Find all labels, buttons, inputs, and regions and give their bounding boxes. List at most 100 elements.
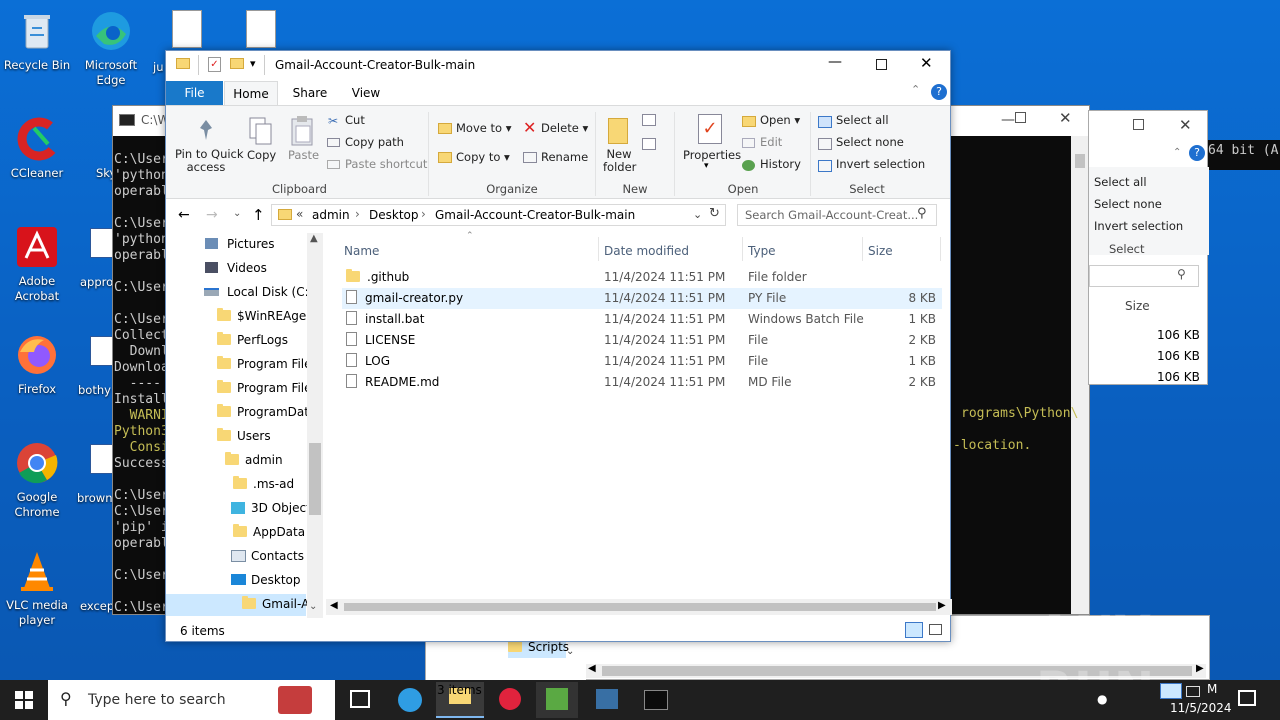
new-folder-quick-icon[interactable] xyxy=(230,58,244,69)
column-header-size[interactable]: Size xyxy=(1125,299,1150,313)
image-file-icon[interactable] xyxy=(246,10,276,48)
select-none-button[interactable]: Select none xyxy=(836,135,904,149)
nav-item-3d-objects[interactable]: 3D Objects xyxy=(231,497,317,519)
nav-item-folder[interactable]: PerfLogs xyxy=(217,329,288,351)
nav-item-current-folder[interactable]: Gmail-Ac xyxy=(242,593,316,615)
overflow-chevron[interactable]: « xyxy=(296,207,303,221)
new-folder-button[interactable]: New folder xyxy=(603,148,636,174)
column-header-date[interactable]: Date modified xyxy=(604,241,744,261)
new-item-icon[interactable] xyxy=(642,114,656,126)
minimize-button[interactable]: — xyxy=(1001,112,1015,128)
console-scroll-thumb[interactable] xyxy=(1075,154,1085,168)
title-bar[interactable]: ✓ ▾ Gmail-Account-Creator-Bulk-main — ✕ xyxy=(166,51,950,81)
properties-quick-icon[interactable]: ✓ xyxy=(208,57,221,72)
nav-item-contacts[interactable]: Contacts xyxy=(231,545,304,567)
properties-dropdown-icon[interactable]: ▾ xyxy=(704,161,709,171)
maximize-button[interactable] xyxy=(1015,112,1026,123)
windows-start-icon[interactable] xyxy=(15,691,33,709)
customize-toolbar-icon[interactable]: ▾ xyxy=(250,57,256,70)
word-doc-icon[interactable] xyxy=(90,444,114,474)
collapse-ribbon-icon[interactable]: ⌃ xyxy=(911,83,920,96)
easy-access-icon[interactable] xyxy=(642,138,656,150)
up-arrow-icon[interactable]: ↑ xyxy=(252,206,265,224)
scroll-down-icon[interactable]: ⌄ xyxy=(309,601,317,612)
nav-item-desktop[interactable]: Desktop xyxy=(231,569,301,591)
nav-scrollbar[interactable] xyxy=(307,233,323,618)
scroll-right-icon[interactable]: ▶ xyxy=(938,600,946,611)
maximize-button[interactable] xyxy=(876,59,887,70)
refresh-icon[interactable]: ↻ xyxy=(709,206,720,221)
recent-locations-icon[interactable]: ⌄ xyxy=(233,208,241,219)
nav-item-folder[interactable]: Users xyxy=(217,425,271,447)
breadcrumb-desktop[interactable]: Desktop xyxy=(369,208,419,222)
nav-item-folder[interactable]: Program Files xyxy=(217,377,318,399)
scroll-left-icon[interactable]: ◀ xyxy=(330,600,338,611)
select-all-button[interactable]: Select all xyxy=(1094,175,1147,189)
properties-button[interactable]: Properties xyxy=(683,148,741,162)
column-header-name[interactable]: Name xyxy=(344,241,598,261)
scroll-down-icon[interactable]: ⌄ xyxy=(566,646,574,657)
network-icon[interactable]: ● xyxy=(1097,692,1107,706)
column-header-size[interactable]: Size xyxy=(868,241,928,261)
edge-icon[interactable]: Microsoft Edge xyxy=(74,8,148,88)
back-arrow-icon[interactable]: ← xyxy=(178,207,190,223)
help-icon[interactable]: ? xyxy=(931,84,947,100)
clock-time[interactable]: M xyxy=(1207,682,1217,696)
file-list[interactable]: ⌃ Name Date modified Type Size .github 11… xyxy=(326,231,952,618)
console-scrollbar[interactable] xyxy=(1071,136,1089,614)
word-doc-icon[interactable] xyxy=(90,336,114,366)
pin-to-quick-access-button[interactable]: Pin to Quick access xyxy=(175,148,244,174)
nav-item-folder[interactable]: admin xyxy=(225,449,283,471)
app-taskbar-icon[interactable] xyxy=(499,688,521,710)
close-button[interactable]: ✕ xyxy=(1179,116,1192,134)
chevron-up-icon[interactable]: ⌃ xyxy=(1173,147,1181,158)
clock-date[interactable]: 11/5/2024 xyxy=(1170,701,1232,715)
address-dropdown-icon[interactable]: ⌄ xyxy=(693,208,702,221)
file-row[interactable]: install.bat 11/4/2024 11:51 PM Windows Bat… xyxy=(342,309,942,330)
select-all-button[interactable]: Select all xyxy=(836,113,889,127)
minimize-button[interactable]: — xyxy=(828,54,842,70)
edge-taskbar-icon[interactable] xyxy=(398,688,422,712)
breadcrumb-admin[interactable]: admin xyxy=(312,208,350,222)
task-view-icon[interactable] xyxy=(350,690,370,708)
nav-item-pictures[interactable]: Pictures xyxy=(205,233,275,255)
file-row[interactable]: gmail-creator.py 11/4/2024 11:51 PM PY Fil… xyxy=(342,288,942,309)
large-icons-view-icon[interactable] xyxy=(929,624,942,635)
history-button[interactable]: History xyxy=(760,157,801,171)
nav-item-local-disk[interactable]: Local Disk (C:) xyxy=(204,281,313,303)
close-button[interactable]: ✕ xyxy=(920,54,933,72)
large-icons-view-icon[interactable] xyxy=(1186,686,1200,697)
invert-selection-button[interactable]: Invert selection xyxy=(1094,219,1183,233)
file-row[interactable]: .github 11/4/2024 11:51 PM File folder xyxy=(342,267,942,288)
copy-to-button[interactable]: Copy to ▾ xyxy=(456,150,510,164)
cmd-taskbar-icon[interactable] xyxy=(644,690,668,710)
tab-file[interactable]: File xyxy=(166,81,223,105)
ccleaner-icon[interactable]: CCleaner xyxy=(0,116,74,181)
rename-button[interactable]: Rename xyxy=(541,150,588,164)
tab-home[interactable]: Home xyxy=(224,81,278,106)
invert-selection-button[interactable]: Invert selection xyxy=(836,157,925,171)
details-view-icon[interactable] xyxy=(905,622,923,638)
paste-button[interactable]: Paste xyxy=(288,148,319,162)
tab-share[interactable]: Share xyxy=(284,81,336,105)
select-none-button[interactable]: Select none xyxy=(1094,197,1162,211)
image-file-icon[interactable] xyxy=(172,10,202,48)
chrome-icon[interactable]: Google Chrome xyxy=(0,440,74,520)
vlc-icon[interactable]: VLC media player xyxy=(0,548,74,628)
python-taskbar-icon[interactable] xyxy=(596,689,618,709)
file-row[interactable]: README.md 11/4/2024 11:51 PM MD File 2 KB xyxy=(342,372,942,393)
edit-button[interactable]: Edit xyxy=(760,135,782,149)
file-row[interactable]: LICENSE 11/4/2024 11:51 PM File 2 KB xyxy=(342,330,942,351)
explorer-window[interactable]: ✓ ▾ Gmail-Account-Creator-Bulk-main — ✕ … xyxy=(165,50,952,642)
horizontal-scroll-thumb[interactable] xyxy=(344,603,936,611)
breadcrumb-current[interactable]: Gmail-Account-Creator-Bulk-main xyxy=(435,208,635,222)
paste-shortcut-button[interactable]: Paste shortcut xyxy=(345,157,427,171)
scroll-up-icon[interactable]: ▲ xyxy=(310,233,318,244)
nav-scroll-thumb[interactable] xyxy=(309,443,321,515)
maximize-button[interactable] xyxy=(1133,119,1144,130)
firefox-icon[interactable]: Firefox xyxy=(0,332,74,397)
nav-item-folder[interactable]: .ms-ad xyxy=(233,473,294,495)
nav-item-folder[interactable]: AppData xyxy=(233,521,305,543)
help-icon[interactable]: ? xyxy=(1189,145,1205,161)
nav-item-folder[interactable]: Program Files xyxy=(217,353,318,375)
